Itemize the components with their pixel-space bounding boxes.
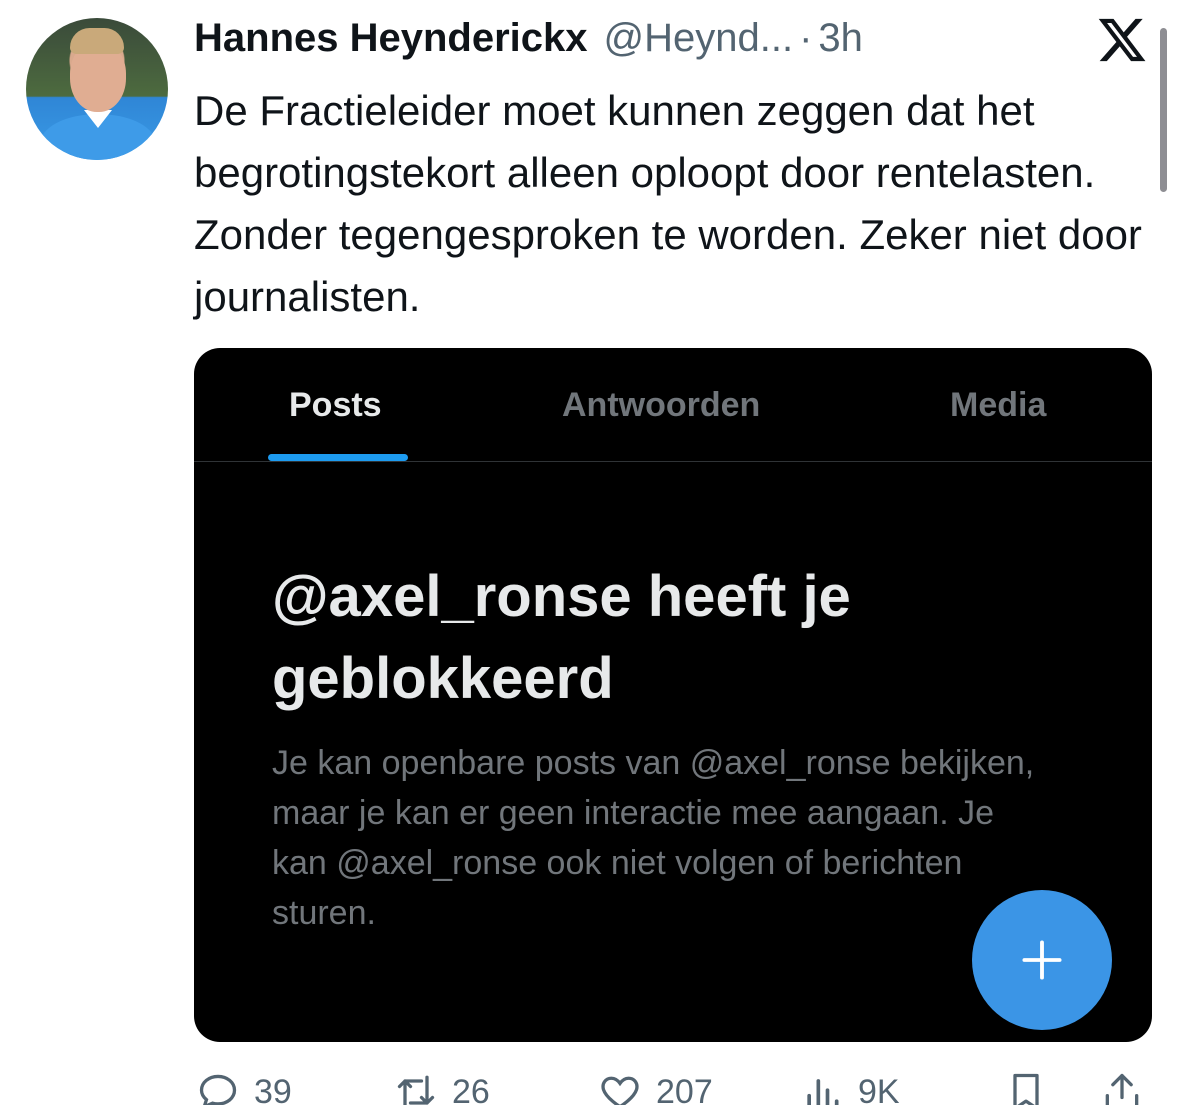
tweet-action-bar: 39 26 207 9K bbox=[0, 1062, 1179, 1105]
like-count: 207 bbox=[656, 1072, 713, 1105]
share-button[interactable] bbox=[1100, 1070, 1144, 1105]
heart-icon bbox=[601, 1076, 639, 1105]
header-separator: · bbox=[799, 16, 813, 60]
avatar-hair bbox=[70, 28, 124, 54]
tweet-header: Hannes Heynderickx @Heynd... · 3h bbox=[194, 16, 863, 68]
tweet-timestamp[interactable]: 3h bbox=[818, 16, 863, 61]
plus-icon bbox=[1022, 940, 1062, 980]
repost-count: 26 bbox=[452, 1072, 490, 1105]
repost-button[interactable]: 26 bbox=[394, 1070, 490, 1105]
tweet-text: De Fractieleider moet kunnen zeggen dat … bbox=[194, 87, 1142, 320]
blocked-title: @axel_ronse heeft je geblokkeerd bbox=[272, 564, 851, 711]
view-count: 9K bbox=[858, 1072, 900, 1105]
compose-fab-button[interactable] bbox=[972, 890, 1112, 1030]
views-button[interactable]: 9K bbox=[800, 1070, 900, 1105]
share-icon bbox=[1105, 1073, 1139, 1105]
blocked-description: Je kan openbare posts van @axel_ronse be… bbox=[272, 744, 1035, 932]
author-name[interactable]: Hannes Heynderickx bbox=[194, 16, 588, 61]
author-avatar[interactable] bbox=[26, 18, 168, 160]
profile-tabs: Posts Antwoorden Media bbox=[194, 348, 1152, 462]
like-button[interactable]: 207 bbox=[598, 1070, 713, 1105]
active-tab-indicator bbox=[268, 454, 408, 461]
reply-icon bbox=[199, 1074, 237, 1105]
reply-button[interactable]: 39 bbox=[196, 1070, 292, 1105]
reply-count: 39 bbox=[254, 1072, 292, 1105]
tab-antwoorden[interactable]: Antwoorden bbox=[562, 386, 760, 425]
x-logo-icon bbox=[1096, 14, 1148, 66]
bookmark-button[interactable] bbox=[1004, 1070, 1048, 1105]
views-chart-icon bbox=[807, 1079, 839, 1105]
author-handle[interactable]: @Heynd... bbox=[604, 16, 794, 61]
repost-icon bbox=[397, 1075, 435, 1105]
tab-media[interactable]: Media bbox=[950, 386, 1046, 425]
tab-posts[interactable]: Posts bbox=[289, 386, 382, 425]
bookmark-icon bbox=[1013, 1073, 1039, 1105]
tweet-media-screenshot[interactable]: Posts Antwoorden Media @axel_ronse heeft… bbox=[194, 348, 1152, 1042]
